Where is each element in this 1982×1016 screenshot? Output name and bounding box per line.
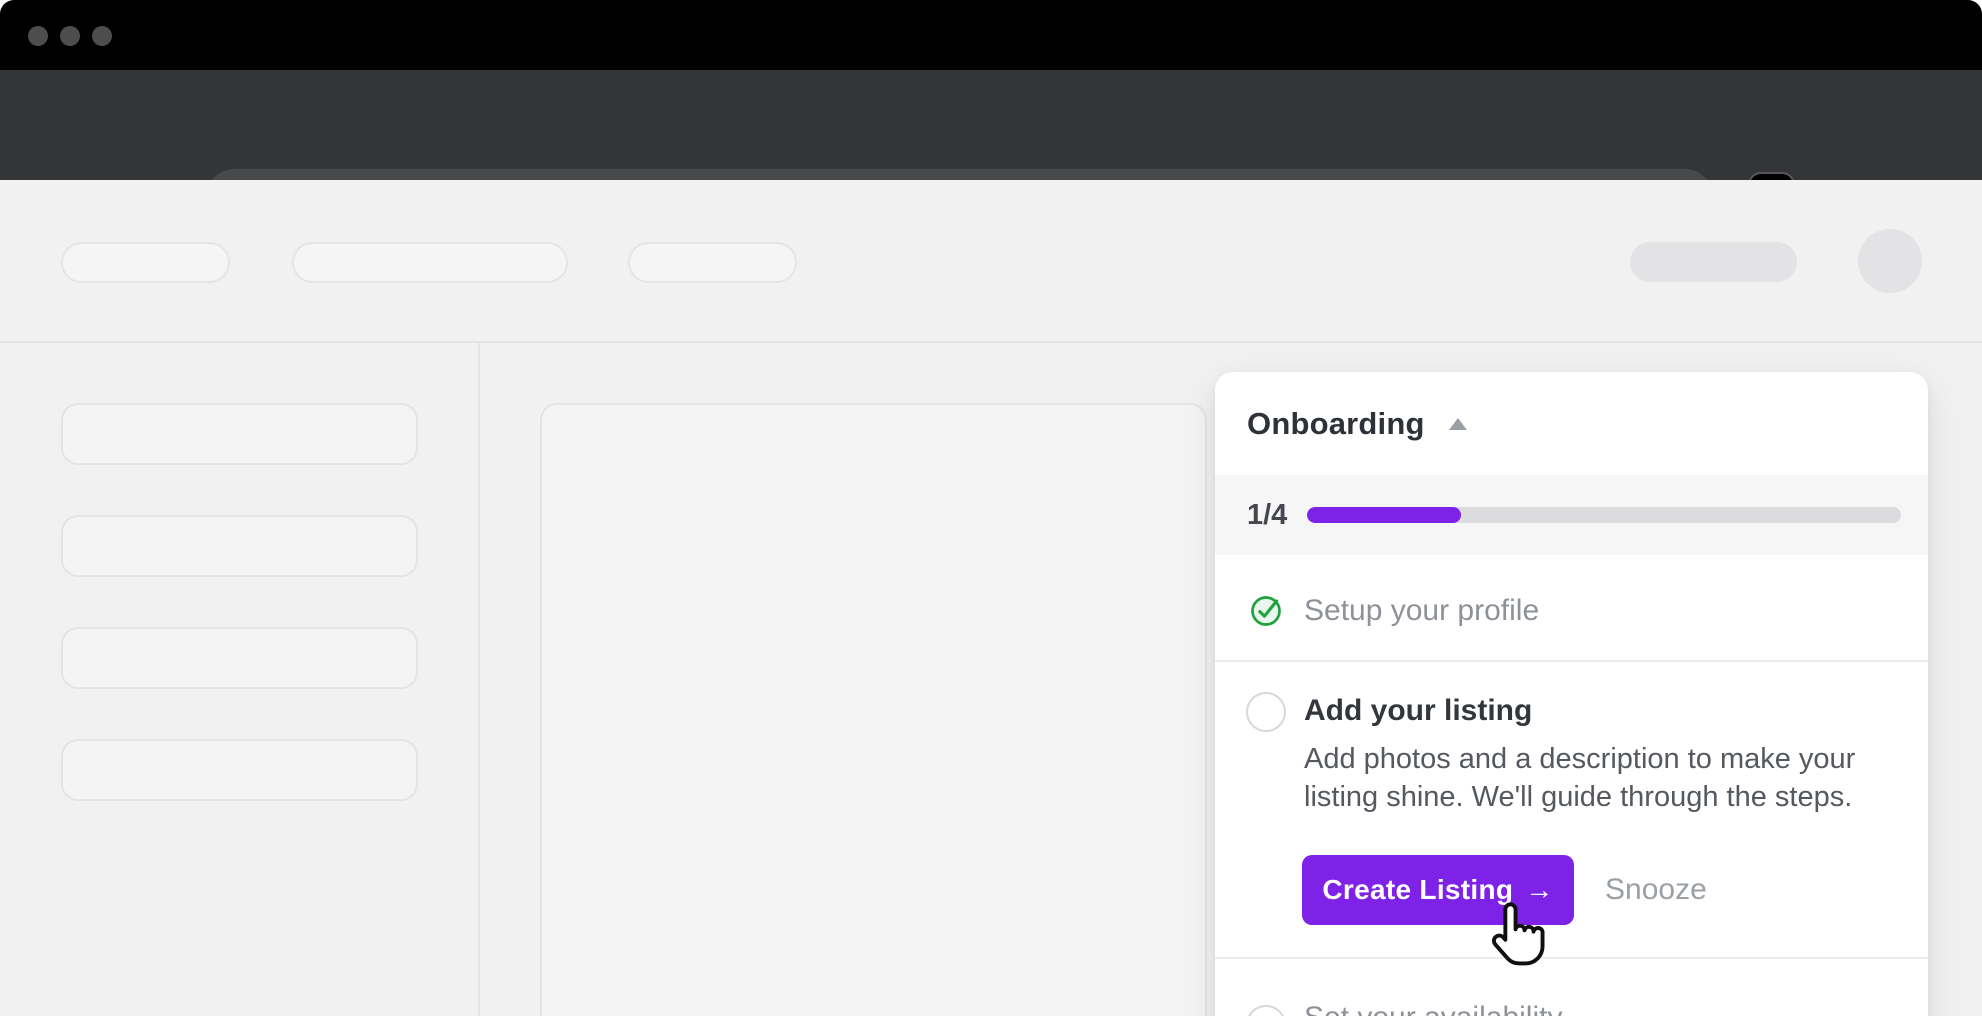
browser-toolbar: app.chartboard.com bbox=[0, 70, 1982, 180]
sidebar-skeleton-item-4 bbox=[61, 739, 418, 801]
step-description: Add photos and a description to make you… bbox=[1304, 740, 1899, 816]
progress-bar-fill bbox=[1307, 507, 1461, 523]
window-zoom-button[interactable] bbox=[92, 26, 112, 46]
onboarding-progress-section: 1/4 bbox=[1215, 475, 1928, 555]
create-listing-label: Create Listing bbox=[1322, 874, 1513, 906]
header-divider bbox=[0, 341, 1982, 343]
nav-skeleton-pill-3 bbox=[628, 242, 797, 283]
step-label: Set your availability bbox=[1304, 1001, 1562, 1016]
nav-skeleton-pill-2 bbox=[292, 242, 568, 283]
onboarding-card: Onboarding 1/4 Setup your profile bbox=[1215, 372, 1928, 1016]
sidebar-divider bbox=[478, 343, 480, 1016]
main-content-skeleton bbox=[540, 403, 1207, 1016]
step-label: Setup your profile bbox=[1304, 594, 1539, 628]
window-titlebar bbox=[0, 0, 1982, 70]
collapse-button[interactable] bbox=[1445, 411, 1471, 437]
sidebar-skeleton-item-3 bbox=[61, 627, 418, 689]
window-minimize-button[interactable] bbox=[60, 26, 80, 46]
onboarding-header[interactable]: Onboarding bbox=[1247, 406, 1471, 442]
onboarding-title: Onboarding bbox=[1247, 406, 1425, 442]
window-close-button[interactable] bbox=[28, 26, 48, 46]
progress-bar bbox=[1307, 507, 1901, 523]
nav-skeleton-pill-1 bbox=[61, 242, 230, 283]
step-divider bbox=[1215, 660, 1928, 662]
step-circle-icon[interactable] bbox=[1246, 692, 1286, 732]
step-circle-icon bbox=[1246, 1005, 1286, 1016]
avatar-skeleton bbox=[1858, 229, 1922, 293]
snooze-button[interactable]: Snooze bbox=[1605, 855, 1707, 925]
sidebar-skeleton-item-1 bbox=[61, 403, 418, 465]
browser-window: app.chartboard.com bbox=[0, 0, 1982, 1016]
check-circle-icon bbox=[1246, 590, 1286, 630]
step-heading: Add your listing bbox=[1304, 694, 1532, 728]
caret-up-icon bbox=[1446, 415, 1470, 433]
sidebar-skeleton-item-2 bbox=[61, 515, 418, 577]
progress-count: 1/4 bbox=[1247, 499, 1287, 532]
step-divider bbox=[1215, 957, 1928, 959]
hand-pointer-cursor bbox=[1486, 900, 1552, 978]
header-skeleton-pill bbox=[1630, 242, 1797, 282]
